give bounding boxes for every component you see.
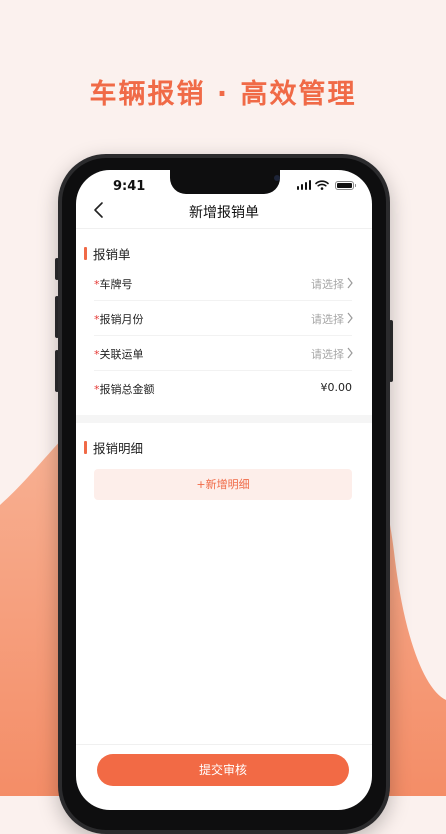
nav-bar: 新增报销单: [76, 196, 372, 226]
field-placeholder: 请选择: [311, 348, 344, 361]
section-accent-bar: [84, 247, 87, 260]
section-title: 报销明细: [93, 441, 144, 456]
section-divider: [76, 415, 372, 423]
field-label: *车牌号: [94, 278, 133, 291]
status-time: 9:41: [113, 179, 146, 194]
field-placeholder: 请选择: [311, 313, 344, 326]
battery-icon: [335, 181, 356, 190]
field-placeholder: 请选择: [311, 278, 344, 291]
app-screen: 9:41 新增报销单 报销单 *车牌号 请选择 *报销月份 请选择 *关联运单 …: [76, 170, 372, 810]
field-total-amount: *报销总金额 ¥0.00: [94, 371, 352, 406]
add-detail-button[interactable]: +新增明细: [94, 469, 352, 500]
field-label: *报销总金额: [94, 383, 155, 396]
field-label: *报销月份: [94, 313, 144, 326]
headline: 车辆报销 · 高效管理: [89, 79, 357, 110]
nav-divider: [76, 228, 372, 229]
submit-review-button[interactable]: 提交审核: [97, 754, 349, 786]
field-linked-waybill[interactable]: *关联运单 请选择: [94, 336, 353, 371]
phone-notch: [170, 170, 280, 194]
total-amount-value: ¥0.00: [320, 381, 353, 394]
status-icons: [296, 180, 356, 190]
chevron-right-icon: [347, 312, 353, 324]
field-reimbursement-month[interactable]: *报销月份 请选择: [94, 301, 353, 336]
chevron-right-icon: [347, 277, 353, 289]
field-label: *关联运单: [94, 348, 144, 361]
section-header-reimbursement: 报销单: [84, 244, 131, 263]
signal-icon: [296, 180, 311, 190]
wifi-icon: [315, 180, 329, 190]
field-plate-number[interactable]: *车牌号 请选择: [94, 266, 353, 301]
section-header-detail: 报销明细: [84, 438, 143, 457]
chevron-right-icon: [347, 347, 353, 359]
bottom-divider: [76, 744, 372, 745]
page-title: 新增报销单: [189, 205, 259, 221]
camera-icon: [274, 175, 280, 181]
section-accent-bar: [84, 441, 87, 454]
section-title: 报销单: [93, 247, 131, 262]
